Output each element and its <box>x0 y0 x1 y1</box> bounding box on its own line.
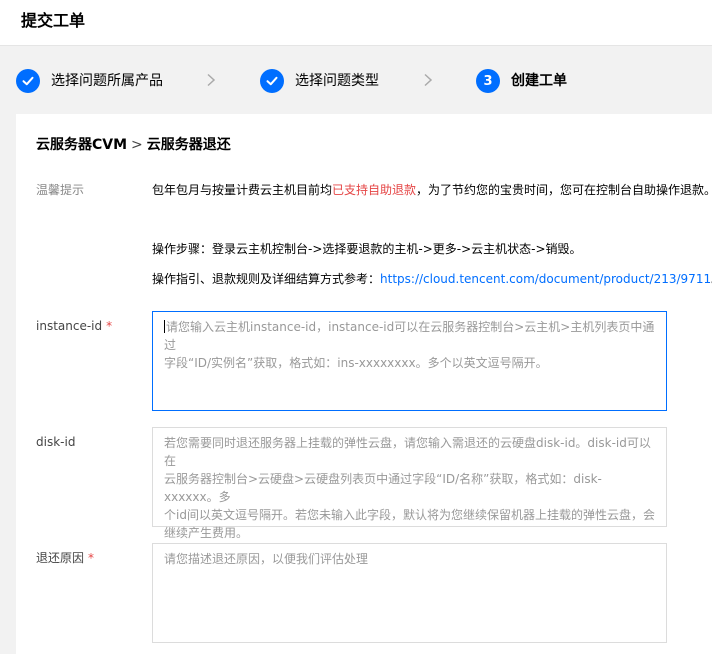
notice-text: 操作指引、退款规则及详细结算方式参考： <box>152 272 381 286</box>
required-mark: * <box>88 551 95 565</box>
disk-id-placeholder-3: 个id间以英文逗号隔开。若您未输入此字段，默认将为您继续保留机器上挂载的弹性云盘… <box>164 508 655 522</box>
chevron-right-icon <box>207 73 216 87</box>
breadcrumb-separator: > <box>131 137 143 153</box>
chevron-right-icon <box>424 73 433 87</box>
check-icon <box>260 69 284 93</box>
step-2-label: 选择问题类型 <box>295 73 379 89</box>
notice-label: 温馨提示 <box>36 183 85 197</box>
self-refund-highlight: 已支持自助退款 <box>332 183 417 197</box>
top-bar: 提交工单 <box>0 0 712 46</box>
breadcrumb: 云服务器CVM > 云服务器退还 <box>36 135 231 155</box>
required-mark: * <box>106 319 113 333</box>
page-title: 提交工单 <box>21 11 86 30</box>
notice-line-2: 操作步骤：登录云主机控制台->选择要退款的主机->更多->云主机状态->销毁。 <box>152 242 582 256</box>
check-icon <box>16 69 40 93</box>
breadcrumb-issue: 云服务器退还 <box>146 137 231 153</box>
disk-id-label: disk-id <box>36 435 76 449</box>
notice-line-3: 操作指引、退款规则及详细结算方式参考：https://cloud.tencent… <box>152 270 712 288</box>
disk-id-input[interactable]: 若您需要同时退还服务器上挂载的弹性云盘，请您输入需退还的云硬盘disk-id。d… <box>152 427 667 540</box>
disk-id-placeholder-4: 继续产生费用。 <box>164 526 249 540</box>
instance-id-input[interactable]: 请您输入云主机instance-id，instance-id可以在云服务器控制台… <box>152 311 667 411</box>
reason-input[interactable]: 请您描述退还原因，以便我们评估处理 <box>152 543 667 643</box>
disk-id-placeholder-2: 云服务器控制台>云硬盘>云硬盘列表页中通过字段“ID/名称”获取，格式如：dis… <box>164 472 602 504</box>
step-1-label: 选择问题所属产品 <box>51 73 163 89</box>
notice-text: 包年包月与按量计费云主机目前均 <box>152 183 333 197</box>
instance-id-placeholder-1: 请您输入云主机instance-id，instance-id可以在云服务器控制台… <box>164 320 655 352</box>
instance-id-label-text: instance-id <box>36 319 103 333</box>
step-3-number: 3 <box>476 69 500 93</box>
reason-label-text: 退还原因 <box>36 551 85 565</box>
step-3-label: 创建工单 <box>511 73 567 89</box>
breadcrumb-product: 云服务器CVM <box>36 137 128 153</box>
text-cursor <box>164 320 165 333</box>
instance-id-placeholder-2: 字段“ID/实例名”获取，格式如：ins-xxxxxxxx。多个以英文逗号隔开。 <box>164 356 548 370</box>
notice-line-1: 包年包月与按量计费云主机目前均已支持自助退款，为了节约您的宝贵时间，您可在控制台… <box>152 181 712 199</box>
instance-id-label: instance-id * <box>36 317 112 335</box>
reason-placeholder: 请您描述退还原因，以便我们评估处理 <box>164 552 369 566</box>
step-3: 3 创建工单 <box>476 68 567 94</box>
disk-id-placeholder-1: 若您需要同时退还服务器上挂载的弹性云盘，请您输入需退还的云硬盘disk-id。d… <box>164 436 651 468</box>
step-2: 选择问题类型 <box>260 68 379 94</box>
step-1: 选择问题所属产品 <box>16 68 163 94</box>
reason-label: 退还原因 * <box>36 549 94 567</box>
step-indicator: 选择问题所属产品 选择问题类型 3 创建工单 <box>0 46 712 114</box>
notice-text: ，为了节约您的宝贵时间，您可在控制台自助操作退款。 <box>416 183 712 197</box>
doc-link[interactable]: https://cloud.tencent.com/document/produ… <box>380 272 711 286</box>
ticket-form-panel: 云服务器CVM > 云服务器退还 温馨提示 包年包月与按量计费云主机目前均已支持自助… <box>16 114 712 654</box>
